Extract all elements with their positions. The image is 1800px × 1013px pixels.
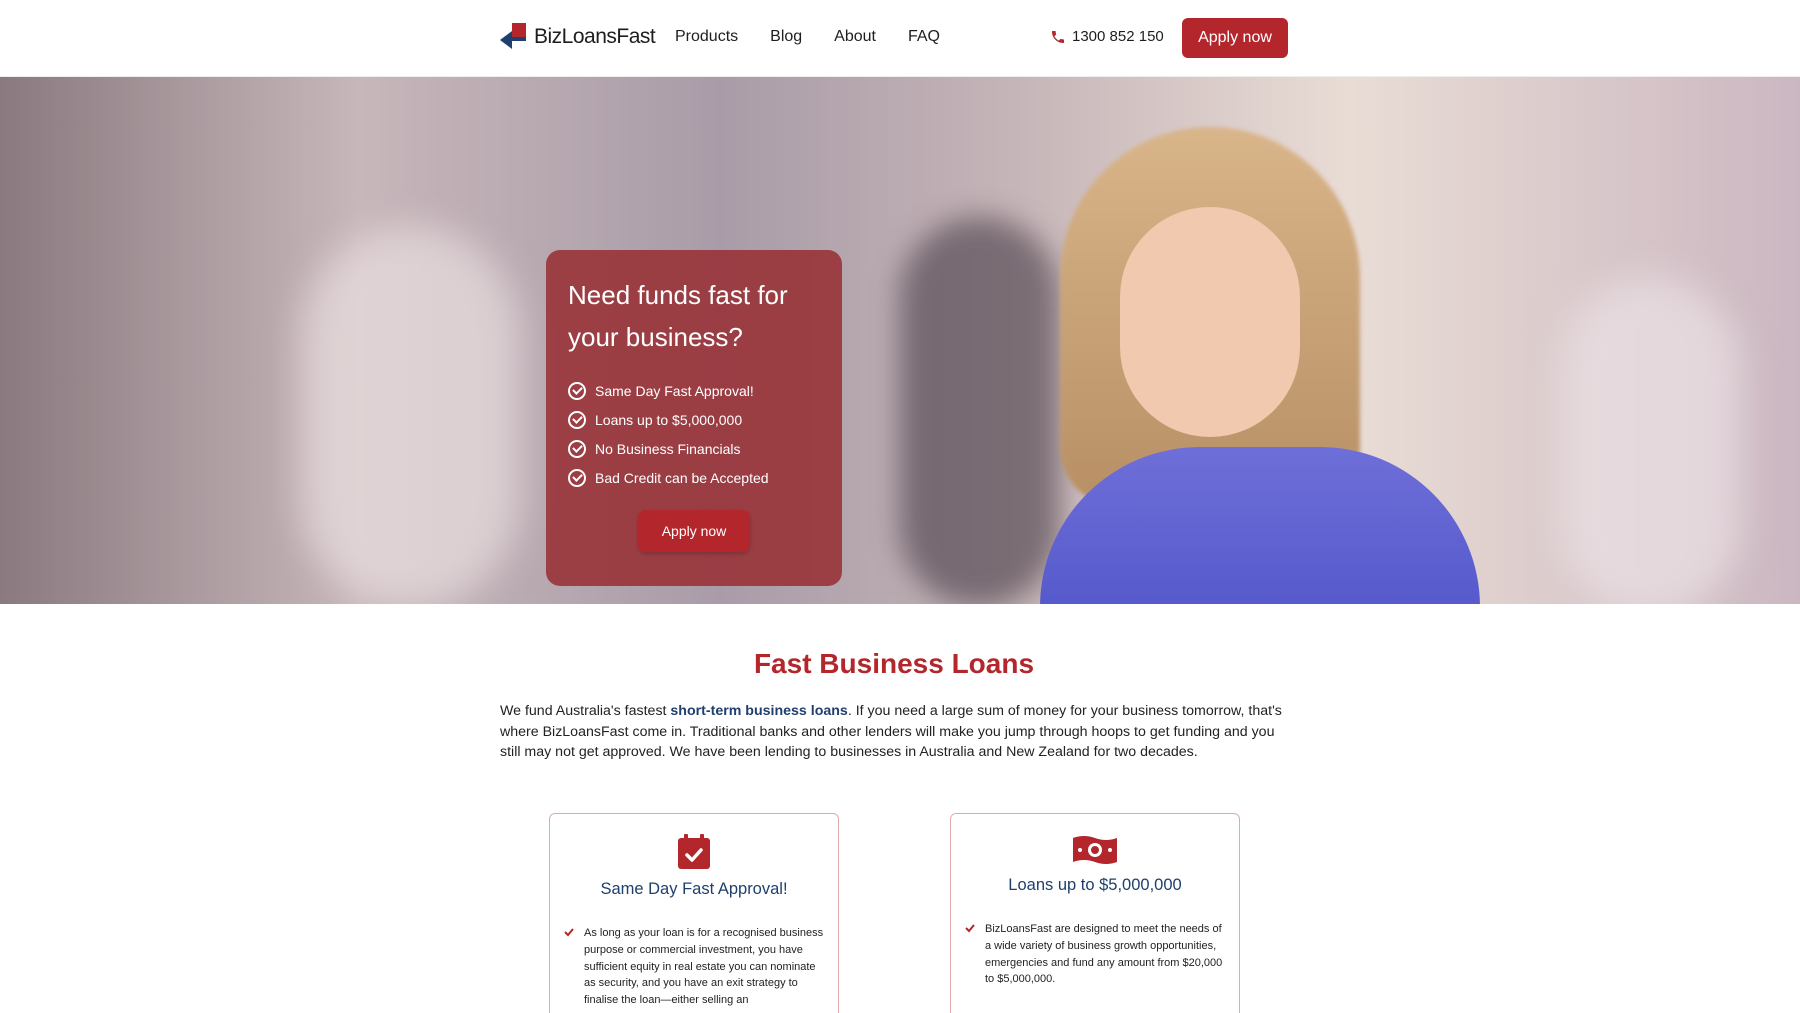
logo-mark-icon: [500, 23, 530, 51]
hero-background-photo: [300, 227, 520, 604]
section-title: Fast Business Loans: [753, 648, 1035, 679]
intro-paragraph: We fund Australia's fastest short-term b…: [500, 701, 1290, 763]
feature-card: Loans up to $5,000,000 BizLoansFast are …: [950, 813, 1240, 1013]
logo[interactable]: BizLoansFast: [500, 22, 656, 52]
nav-item-blog[interactable]: Blog: [770, 28, 802, 46]
hero-feature-list: Same Day Fast Approval! Loans up to $5,0…: [568, 376, 820, 492]
hero-feature-label: Loans up to $5,000,000: [595, 411, 743, 428]
hero-feature-item: Same Day Fast Approval!: [568, 376, 820, 405]
hero-feature-label: Bad Credit can be Accepted: [595, 469, 769, 486]
nav-item-about[interactable]: About: [834, 28, 876, 46]
hero-feature-item: No Business Financials: [568, 434, 820, 463]
hero-background-figure: [1560, 277, 1740, 604]
card-text: BizLoansFast are designed to meet the ne…: [985, 923, 1223, 986]
card-body: As long as your loan is for a recognised…: [564, 925, 824, 1009]
card-text: As long as your loan is for a recognised…: [584, 927, 824, 1007]
hero-feature-label: No Business Financials: [595, 440, 741, 457]
phone-number: 1300 852 150: [1072, 28, 1164, 45]
check-icon: [564, 928, 574, 937]
apply-now-button[interactable]: Apply now: [1182, 18, 1288, 58]
hero-card: Need funds fast for your business? Same …: [546, 250, 842, 586]
hero-title: Need funds fast for your business?: [568, 280, 788, 352]
card-title: Same Day Fast Approval!: [600, 880, 788, 898]
logo-text: BizLoansFast: [534, 25, 656, 48]
nav-item-faq[interactable]: FAQ: [908, 28, 940, 46]
card-body: BizLoansFast are designed to meet the ne…: [965, 921, 1225, 988]
hero-section: Need funds fast for your business? Same …: [0, 77, 1800, 604]
hero-background-figure: [900, 217, 1060, 604]
check-circle-icon: [568, 410, 586, 429]
check-circle-icon: [568, 439, 586, 458]
hero-feature-item: Loans up to $5,000,000: [568, 405, 820, 434]
feature-card: Same Day Fast Approval! As long as your …: [549, 813, 839, 1013]
hero-feature-item: Bad Credit can be Accepted: [568, 463, 820, 492]
site-header: BizLoansFast Products Blog About FAQ 130…: [0, 0, 1800, 77]
money-bill-icon: [1073, 836, 1117, 864]
main-nav: Products Blog About FAQ: [675, 28, 940, 46]
hero-apply-now-button[interactable]: Apply now: [638, 510, 750, 552]
calendar-check-icon: [678, 834, 710, 869]
nav-item-products[interactable]: Products: [675, 28, 738, 46]
check-icon: [965, 924, 975, 933]
check-circle-icon: [568, 468, 586, 487]
card-title: Loans up to $5,000,000: [1008, 876, 1182, 894]
hero-feature-label: Same Day Fast Approval!: [595, 382, 754, 399]
hero-person-image: [1040, 127, 1480, 604]
phone-icon: [1052, 30, 1064, 43]
short-term-loans-link[interactable]: short-term business loans: [670, 703, 847, 719]
check-circle-icon: [568, 381, 586, 400]
phone-link[interactable]: 1300 852 150: [1050, 28, 1164, 45]
intro-text-start: We fund Australia's fastest: [500, 703, 671, 719]
